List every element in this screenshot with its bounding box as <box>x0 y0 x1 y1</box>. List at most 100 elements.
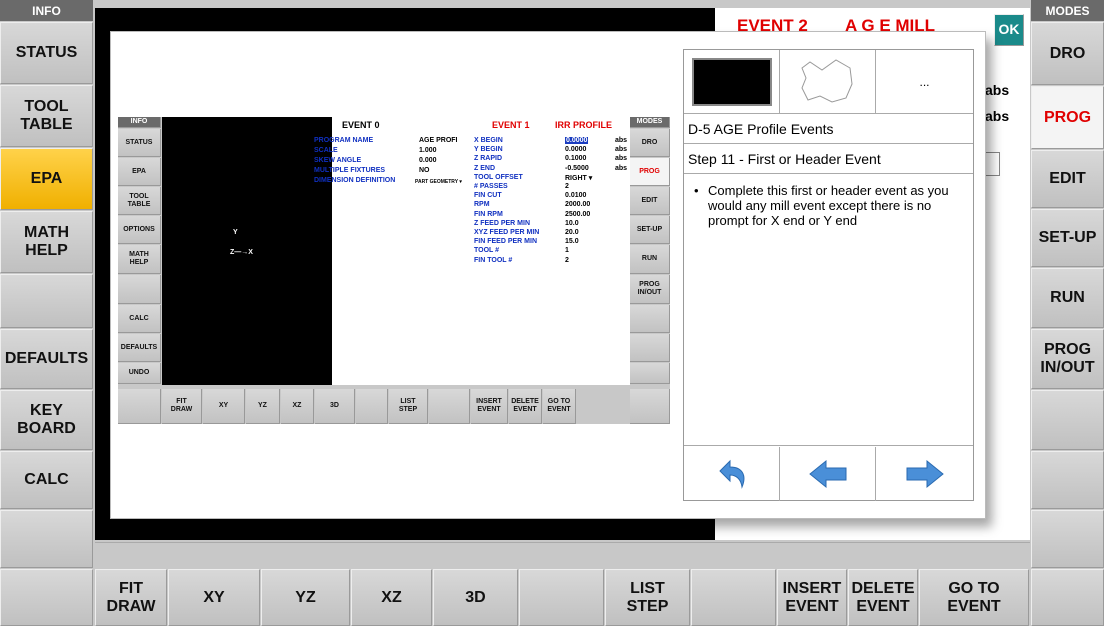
mini-right-button-4[interactable]: RUN <box>630 245 670 274</box>
setup-button[interactable]: SET-UP <box>1031 209 1104 267</box>
mini-left-button-0[interactable]: STATUS <box>118 129 161 157</box>
right-arrow-icon <box>906 459 944 489</box>
fit-draw-button[interactable]: FIT DRAW <box>95 569 167 626</box>
mini-event1-value-5: 2 <box>565 183 569 190</box>
tool-table-button[interactable]: TOOL TABLE <box>0 85 93 147</box>
mini-bottom-button-8[interactable]: INSERT EVENT <box>471 389 508 424</box>
help-bullet: • Complete this first or header event as… <box>694 183 961 229</box>
mini-left-button-7[interactable]: DEFAULTS <box>118 334 161 362</box>
right-blank-button-1[interactable] <box>1031 390 1104 450</box>
help-bullet-text: Complete this first or header event as y… <box>708 183 949 228</box>
blank-button[interactable] <box>691 569 776 626</box>
thumbnail-2[interactable] <box>780 50 876 113</box>
mini-event1-label-4: TOOL OFFSET <box>474 173 523 181</box>
mini-bottom-button-1[interactable]: XY <box>203 389 245 424</box>
mini-event1-value-2[interactable]: 0.1000 <box>565 155 586 162</box>
insert-event-button[interactable]: INSERT EVENT <box>777 569 847 626</box>
mini-event1-value-7: 2000.00 <box>565 201 591 209</box>
mini-left-button-4[interactable]: MATH HELP <box>118 245 161 274</box>
mini-event0-label-4: DIMENSION DEFINITION <box>314 177 396 184</box>
prev-button[interactable] <box>780 447 876 501</box>
blank-button[interactable] <box>519 569 604 626</box>
mini-right-button-8[interactable] <box>630 363 670 384</box>
thumbnail-3[interactable]: ... <box>876 50 973 113</box>
go-to-event-button[interactable]: GO TO EVENT <box>919 569 1029 626</box>
mini-bottom-button-4[interactable]: 3D <box>315 389 355 424</box>
thumbnail-1[interactable] <box>684 50 780 113</box>
right-corner-button[interactable] <box>1031 569 1104 626</box>
mini-left-button-8[interactable]: UNDO <box>118 363 161 384</box>
mini-bottom-button-7[interactable] <box>429 389 470 424</box>
mini-event1-value-4[interactable]: RIGHT ▾ <box>565 174 592 182</box>
status-button[interactable]: STATUS <box>0 22 93 84</box>
mini-right-button-5[interactable]: PROG IN/OUT <box>630 275 670 304</box>
mini-right-button-1[interactable]: PROG <box>630 158 670 186</box>
mini-right-button-3[interactable]: SET-UP <box>630 216 670 244</box>
mini-event0-value-4: PART GEOMETRY ▾ <box>415 179 462 185</box>
mini-event1-value-3[interactable]: -0.5000 <box>565 165 589 172</box>
mini-event0-value-1: 1.000 <box>419 147 437 154</box>
field-box[interactable] <box>985 152 1000 176</box>
mini-bottom-button-0[interactable]: FIT DRAW <box>162 389 202 424</box>
mini-right-button-2[interactable]: EDIT <box>630 187 670 215</box>
mini-bottom-button-9[interactable]: DELETE EVENT <box>509 389 542 424</box>
mini-bottom-button-10[interactable]: GO TO EVENT <box>543 389 576 424</box>
bullet-icon: • <box>694 183 699 198</box>
mini-corner-left[interactable] <box>118 389 161 424</box>
mini-corner-right[interactable] <box>630 389 670 424</box>
xy-button[interactable]: XY <box>168 569 260 626</box>
mini-bottom-button-6[interactable]: LIST STEP <box>389 389 428 424</box>
prog-in-out-button[interactable]: PROG IN/OUT <box>1031 329 1104 389</box>
keyboard-button[interactable]: KEY BOARD <box>0 390 93 450</box>
mini-bottom-button-5[interactable] <box>356 389 388 424</box>
mini-event1-unit-1: abs <box>615 146 628 154</box>
left-corner-button[interactable] <box>0 569 93 626</box>
status-strip <box>95 542 1030 567</box>
calc-button[interactable]: CALC <box>0 451 93 509</box>
back-button[interactable] <box>684 447 780 501</box>
mini-right-button-0[interactable]: DRO <box>630 129 670 157</box>
mini-event1-unit-0: abs <box>615 137 628 144</box>
dro-button[interactable]: DRO <box>1031 22 1104 85</box>
screenshot-image: INFO MODES Y Z—→X STATUS EPA TOOL TABLE OPT… <box>118 117 670 424</box>
next-button[interactable] <box>876 447 973 501</box>
mini-left-button-1[interactable]: EPA <box>118 158 161 186</box>
mini-event1-label-7: RPM <box>474 201 490 209</box>
defaults-button[interactable]: DEFAULTS <box>0 329 93 389</box>
epa-button[interactable]: EPA <box>0 148 93 210</box>
left-blank-button[interactable] <box>0 274 93 328</box>
mini-left-button-2[interactable]: TOOL TABLE <box>118 187 161 215</box>
info-header: INFO <box>0 0 93 21</box>
mini-right-button-6[interactable] <box>630 305 670 333</box>
mini-event1-value-6: 0.0100 <box>565 192 587 200</box>
profile-outline-icon <box>801 59 853 103</box>
help-panel: ... D-5 AGE Profile Events Step 11 - Fir… <box>683 49 974 501</box>
mini-event0-value-3: NO <box>419 167 430 174</box>
ok-button[interactable]: OK <box>994 14 1024 46</box>
list-step-button[interactable]: LIST STEP <box>605 569 690 626</box>
thumb-canvas-1 <box>692 58 772 106</box>
math-help-button[interactable]: MATH HELP <box>0 211 93 273</box>
mini-left-button-6[interactable]: CALC <box>118 305 161 333</box>
mini-event1-label-13: FIN TOOL # <box>474 256 513 264</box>
left-blank-button-2[interactable] <box>0 510 93 568</box>
mini-event1-label-8: FIN RPM <box>474 210 503 218</box>
mini-bottom-button-2[interactable]: YZ <box>246 389 280 424</box>
delete-event-button[interactable]: DELETE EVENT <box>848 569 918 626</box>
right-blank-button-3[interactable] <box>1031 510 1104 568</box>
yz-button[interactable]: YZ <box>261 569 350 626</box>
mini-left-button-5[interactable] <box>118 275 161 304</box>
xz-button[interactable]: XZ <box>351 569 432 626</box>
3d-button[interactable]: 3D <box>433 569 518 626</box>
edit-button[interactable]: EDIT <box>1031 150 1104 208</box>
mini-right-button-7[interactable] <box>630 334 670 362</box>
left-arrow-icon <box>808 459 846 489</box>
mini-bottom-button-3[interactable]: XZ <box>281 389 314 424</box>
mini-event1-value-0[interactable]: 0.0000 <box>565 137 589 144</box>
mini-event1-label-2: Z RAPID <box>474 155 502 163</box>
mini-left-button-3[interactable]: OPTIONS <box>118 216 161 244</box>
prog-button[interactable]: PROG <box>1031 86 1104 149</box>
run-button[interactable]: RUN <box>1031 268 1104 328</box>
mini-event1-value-1[interactable]: 0.0000 <box>565 146 586 153</box>
right-blank-button-2[interactable] <box>1031 451 1104 509</box>
